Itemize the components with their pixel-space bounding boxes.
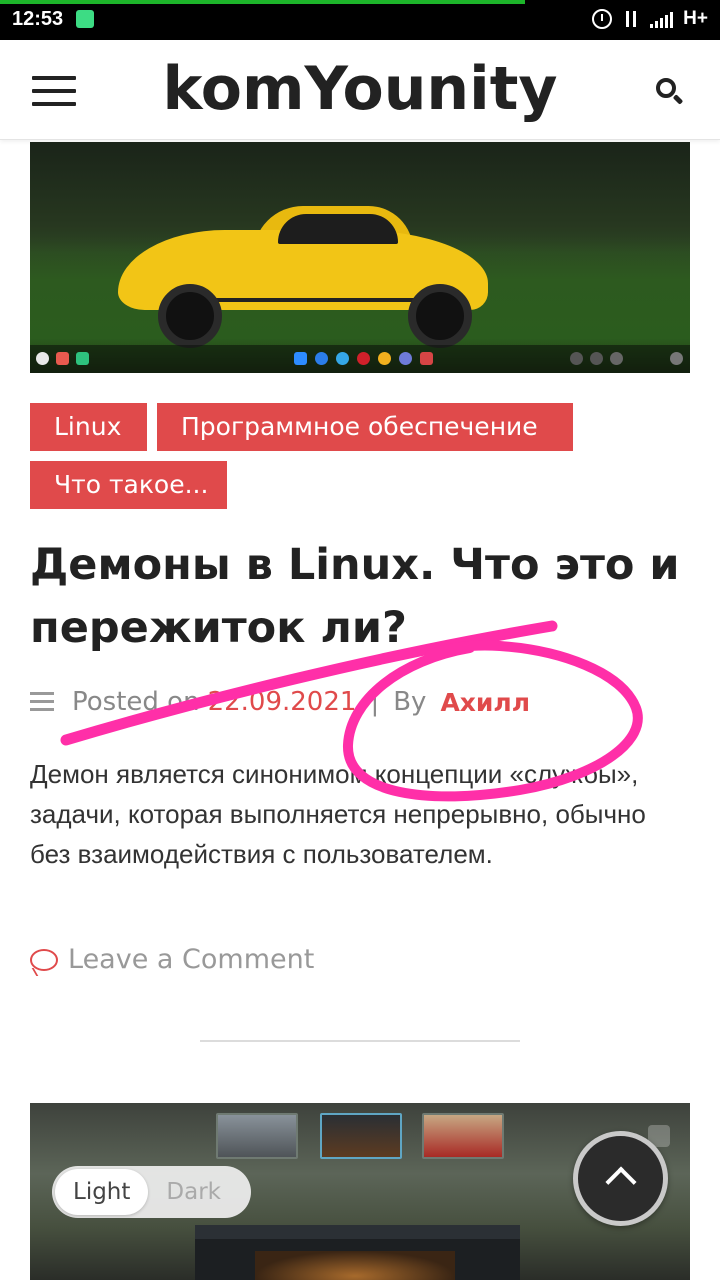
signal-strength-icon: [650, 10, 674, 28]
leave-comment-label: Leave a Comment: [68, 944, 315, 975]
comment-bubble-icon: [30, 948, 58, 971]
list-icon: [30, 692, 54, 712]
chevron-up-icon: [605, 1166, 637, 1198]
yellow-car-image: [118, 200, 488, 350]
posted-on-label: Posted on: [72, 687, 200, 717]
meta-separator: |: [370, 687, 380, 717]
status-bar: 12:53 H+: [0, 0, 720, 40]
desktop-dock: [30, 345, 690, 373]
back-to-top-button[interactable]: [573, 1131, 668, 1226]
post-meta: Posted on 22.09.2021 | By Ахилл: [30, 684, 530, 720]
post-title[interactable]: Демоны в Linux. Что это и пережиток ли?: [30, 534, 700, 660]
android-notification-icon: [76, 10, 94, 28]
site-title[interactable]: komYounity: [0, 54, 720, 124]
status-icons: H+: [592, 8, 708, 30]
network-type: H+: [683, 8, 708, 29]
thumbnail-car-red: [422, 1113, 504, 1159]
search-icon[interactable]: [656, 78, 684, 106]
theme-light-option[interactable]: Light: [55, 1169, 149, 1215]
theme-dark-option[interactable]: Dark: [148, 1169, 239, 1215]
alarm-icon: [592, 9, 613, 29]
post-author[interactable]: Ахилл: [440, 688, 530, 717]
post-date[interactable]: 22.09.2021: [208, 687, 357, 717]
page-load-progress: [0, 0, 525, 4]
featured-image[interactable]: [30, 142, 690, 373]
by-label: By: [393, 687, 427, 717]
theme-toggle[interactable]: Light Dark: [52, 1166, 251, 1218]
status-time: 12:53: [12, 8, 64, 30]
category-tag-linux[interactable]: Linux: [30, 403, 147, 451]
post-divider: [200, 1040, 520, 1042]
data-transfer-icon: [622, 9, 640, 29]
thumbnail-car-grey: [216, 1113, 298, 1159]
category-tag-what-is[interactable]: Что такое...: [30, 461, 227, 509]
launcher-window-image: [195, 1225, 520, 1280]
category-tag-software[interactable]: Программное обеспечение: [157, 403, 573, 451]
leave-comment-link[interactable]: Leave a Comment: [30, 944, 314, 975]
thumbnail-game: [320, 1113, 402, 1159]
post-excerpt: Демон является синонимом концепции «служ…: [30, 759, 646, 869]
site-header: komYounity: [0, 40, 720, 140]
